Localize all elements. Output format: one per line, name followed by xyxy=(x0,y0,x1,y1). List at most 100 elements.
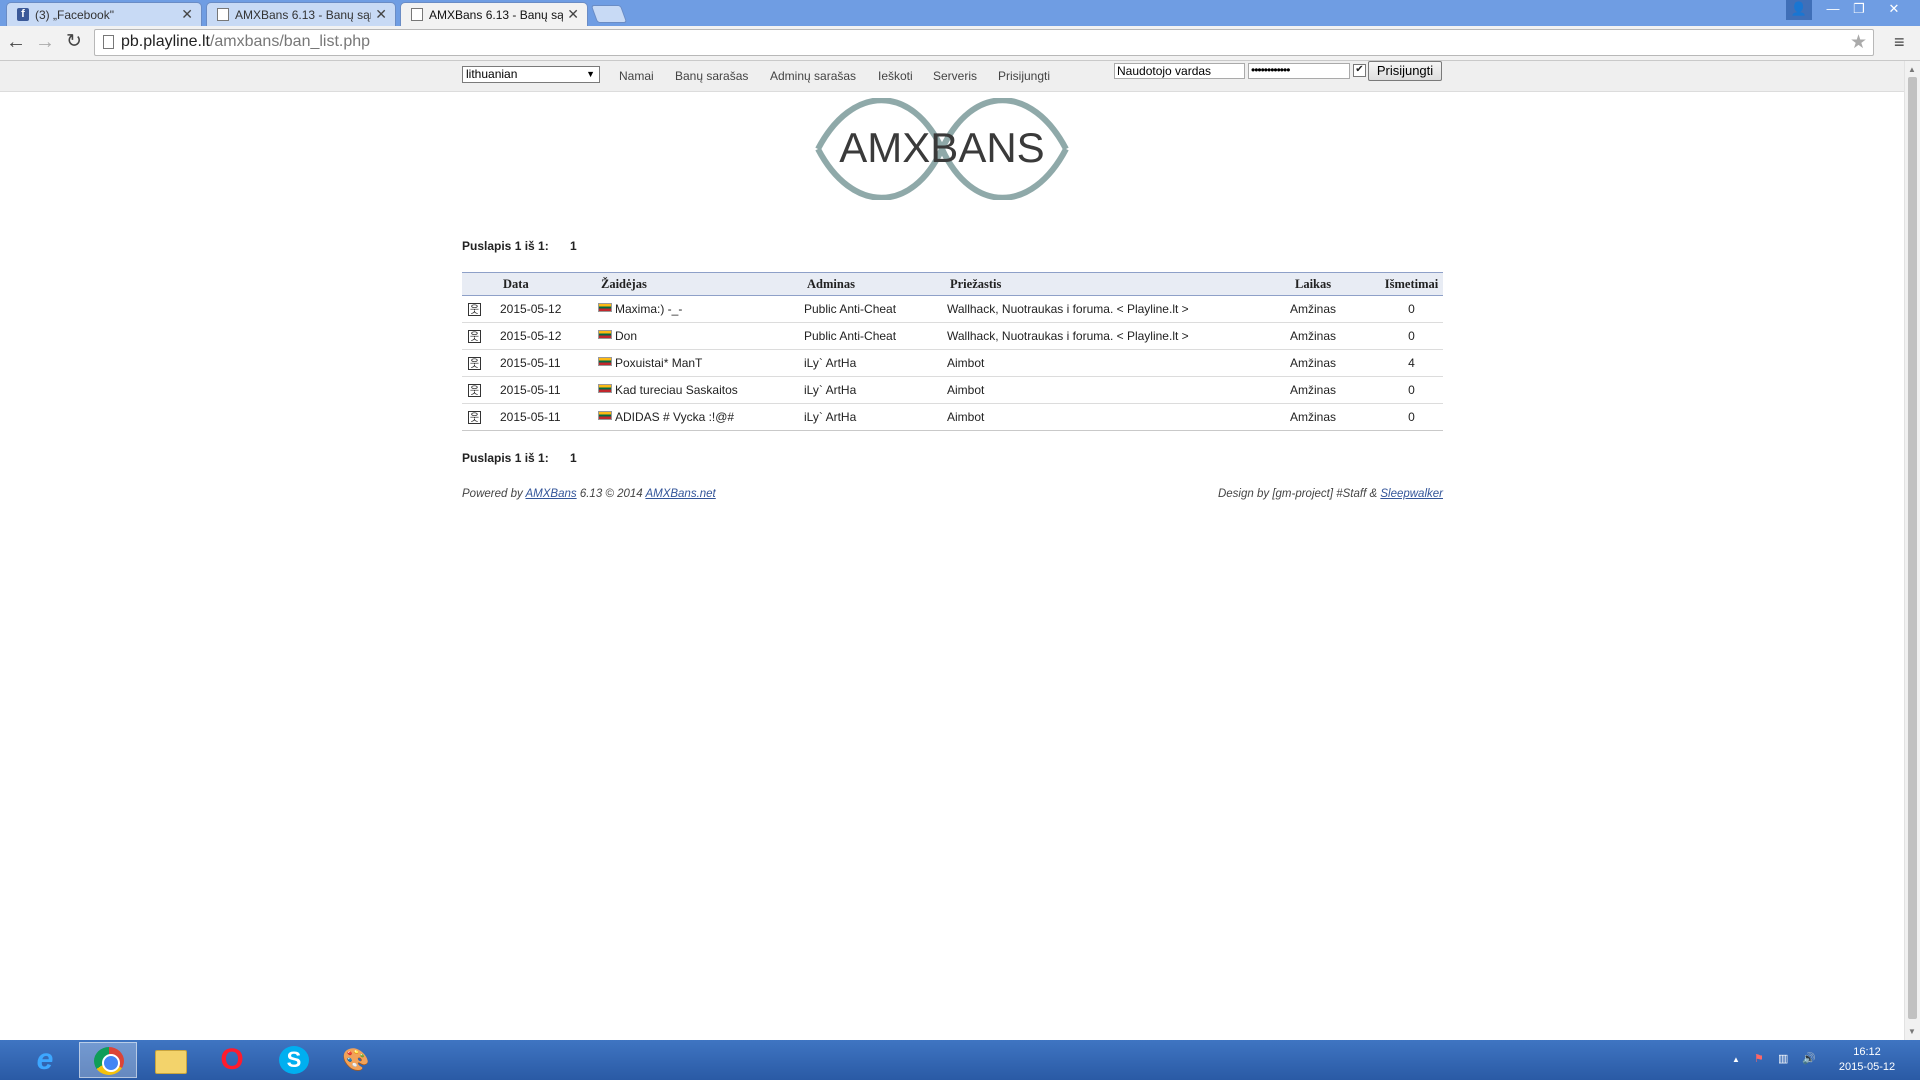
network-icon[interactable]: ▥ xyxy=(1778,1052,1788,1065)
url-path: /amxbans/ban_list.php xyxy=(209,33,371,50)
ban-kicks: 4 xyxy=(1380,349,1443,377)
tab-facebook[interactable]: f (3) „Facebook" ✕ xyxy=(6,2,202,26)
action-center-flag-icon[interactable]: ⚑ xyxy=(1754,1052,1764,1065)
paint-palette-icon: 🎨 xyxy=(342,1047,370,1072)
ban-kicks: 0 xyxy=(1380,295,1443,323)
column-header-admin: Adminas xyxy=(807,276,855,291)
taskbar-file-explorer[interactable] xyxy=(141,1042,199,1078)
ban-reason: Aimbot xyxy=(947,376,1290,404)
tab-amxbans-1[interactable]: AMXBans 6.13 - Banų sąrašas ✕ xyxy=(206,2,396,26)
ban-reason: Aimbot xyxy=(947,349,1290,377)
player-icon[interactable]: 웃 xyxy=(468,411,481,425)
menu-link-admin-list[interactable]: Adminų sarašas xyxy=(770,69,856,83)
pager-bottom: Puslapis 1 iš 1: 1 xyxy=(462,451,577,465)
amxbans-logo: AMXBANS xyxy=(815,98,1069,200)
menu-link-ban-list[interactable]: Banų sarašas xyxy=(675,69,748,83)
tab-title: AMXBans 6.13 - Banų sąrašas xyxy=(429,8,563,22)
scroll-down-arrow-icon[interactable]: ▼ xyxy=(1908,1027,1916,1036)
page-viewport: lithuanian ▼ Namai Banų sarašas Adminų s… xyxy=(0,61,1904,1040)
table-row[interactable]: 웃 2015-05-12 Maxima:) -_- Public Anti-Ch… xyxy=(462,295,1443,323)
table-row[interactable]: 웃 2015-05-12 Don Public Anti-Cheat Wallh… xyxy=(462,322,1443,350)
ban-kicks: 0 xyxy=(1380,322,1443,350)
tab-amxbans-active[interactable]: AMXBans 6.13 - Banų sąrašas ✕ xyxy=(400,2,588,26)
table-row[interactable]: 웃 2015-05-11 ADIDAS # Vycka :!@# iLy` Ar… xyxy=(462,403,1443,431)
sleepwalker-link[interactable]: Sleepwalker xyxy=(1380,488,1443,500)
minimize-button[interactable]: — xyxy=(1820,0,1846,20)
table-row[interactable]: 웃 2015-05-11 Poxuistai* ManT iLy` ArtHa … xyxy=(462,349,1443,377)
column-header-length: Laikas xyxy=(1295,276,1332,291)
ban-player: Kad tureciau Saskaitos xyxy=(598,376,804,404)
remember-checkbox[interactable]: ✔ xyxy=(1353,64,1366,77)
ban-reason: Wallhack, Nuotraukas i foruma. < Playlin… xyxy=(947,322,1290,350)
menu-link-server[interactable]: Serveris xyxy=(933,69,977,83)
username-input[interactable]: Naudotojo vardas xyxy=(1114,63,1245,79)
volume-icon[interactable]: 🔊 xyxy=(1802,1052,1816,1065)
address-bar[interactable]: pb.playline.lt/amxbans/ban_list.php ★ xyxy=(94,29,1874,56)
table-row[interactable]: 웃 2015-05-11 Kad tureciau Saskaitos iLy`… xyxy=(462,376,1443,404)
close-icon[interactable]: ✕ xyxy=(567,6,579,23)
ban-player: ADIDAS # Vycka :!@# xyxy=(598,403,804,431)
amxbans-net-link[interactable]: AMXBans.net xyxy=(645,488,715,500)
player-icon[interactable]: 웃 xyxy=(468,330,481,344)
language-value: lithuanian xyxy=(466,67,518,81)
browser-tab-bar: f (3) „Facebook" ✕ AMXBans 6.13 - Banų s… xyxy=(0,0,1920,26)
amxbans-link[interactable]: AMXBans xyxy=(526,488,577,500)
new-tab-button[interactable] xyxy=(590,5,628,23)
ban-date: 2015-05-11 xyxy=(500,376,598,404)
ban-kicks: 0 xyxy=(1380,376,1443,404)
dropdown-arrow-icon: ▼ xyxy=(586,69,595,79)
lithuania-flag-icon xyxy=(598,357,612,366)
menu-link-search[interactable]: Ieškoti xyxy=(878,69,913,83)
clock-time: 16:12 xyxy=(1853,1046,1881,1058)
lithuania-flag-icon xyxy=(598,411,612,420)
scroll-up-arrow-icon[interactable]: ▲ xyxy=(1908,65,1916,74)
ban-player: Maxima:) -_- xyxy=(598,295,804,323)
user-icon[interactable]: 👤 xyxy=(1786,0,1812,20)
bookmark-star-icon[interactable]: ★ xyxy=(1850,31,1867,54)
vertical-scrollbar[interactable]: ▲ ▼ xyxy=(1904,61,1920,1040)
player-name: Don xyxy=(615,329,638,343)
close-icon[interactable]: ✕ xyxy=(181,6,193,23)
close-window-button[interactable]: ✕ xyxy=(1872,0,1916,20)
page-number-link[interactable]: 1 xyxy=(570,451,577,465)
close-icon[interactable]: ✕ xyxy=(375,6,387,23)
ban-admin: Public Anti-Cheat xyxy=(804,295,947,323)
login-button[interactable]: Prisijungti xyxy=(1368,61,1442,81)
language-select[interactable]: lithuanian ▼ xyxy=(462,66,600,83)
back-arrow-icon[interactable]: ← xyxy=(4,31,28,55)
footer-powered-by: Powered by AMXBans 6.13 © 2014 AMXBans.n… xyxy=(462,488,716,500)
password-input[interactable]: •••••••••••• xyxy=(1248,63,1350,79)
maximize-button[interactable]: ❐ xyxy=(1846,0,1872,20)
pager-top: Puslapis 1 iš 1: 1 xyxy=(462,239,577,253)
player-icon[interactable]: 웃 xyxy=(468,384,481,398)
column-header-kicks: Išmetimai xyxy=(1384,276,1439,291)
forward-arrow-icon[interactable]: → xyxy=(33,31,57,55)
page-number-link[interactable]: 1 xyxy=(570,239,577,253)
menu-link-login[interactable]: Prisijungti xyxy=(998,69,1050,83)
reload-icon[interactable]: ↻ xyxy=(62,31,86,55)
player-name: Kad tureciau Saskaitos xyxy=(615,383,738,397)
taskbar-opera[interactable]: O xyxy=(203,1042,261,1078)
pager-label: Puslapis 1 iš 1: xyxy=(462,451,549,465)
taskbar-skype[interactable]: S xyxy=(265,1042,323,1078)
taskbar-chrome[interactable] xyxy=(79,1042,137,1078)
table-header-row: Data Žaidėjas Adminas Priežastis Laikas … xyxy=(462,272,1443,296)
player-icon[interactable]: 웃 xyxy=(468,357,481,371)
ban-date: 2015-05-12 xyxy=(500,295,598,323)
player-icon[interactable]: 웃 xyxy=(468,303,481,317)
taskbar-internet-explorer[interactable]: e xyxy=(16,1042,74,1078)
internet-explorer-icon: e xyxy=(36,1043,54,1076)
show-hidden-icons-arrow-icon[interactable]: ▲ xyxy=(1732,1055,1740,1064)
scroll-thumb[interactable] xyxy=(1908,77,1917,1019)
lithuania-flag-icon xyxy=(598,330,612,339)
menu-link-home[interactable]: Namai xyxy=(619,69,654,83)
skype-icon: S xyxy=(279,1046,309,1074)
browser-toolbar: ← → ↻ pb.playline.lt/amxbans/ban_list.ph… xyxy=(0,26,1920,61)
taskbar-clock[interactable]: 16:12 2015-05-12 xyxy=(1832,1045,1902,1075)
opera-icon: O xyxy=(220,1043,244,1076)
taskbar-paint[interactable]: 🎨 xyxy=(327,1042,385,1078)
ban-date: 2015-05-11 xyxy=(500,349,598,377)
lithuania-flag-icon xyxy=(598,384,612,393)
hamburger-menu-icon[interactable]: ≡ xyxy=(1894,32,1905,53)
document-icon xyxy=(217,8,229,21)
